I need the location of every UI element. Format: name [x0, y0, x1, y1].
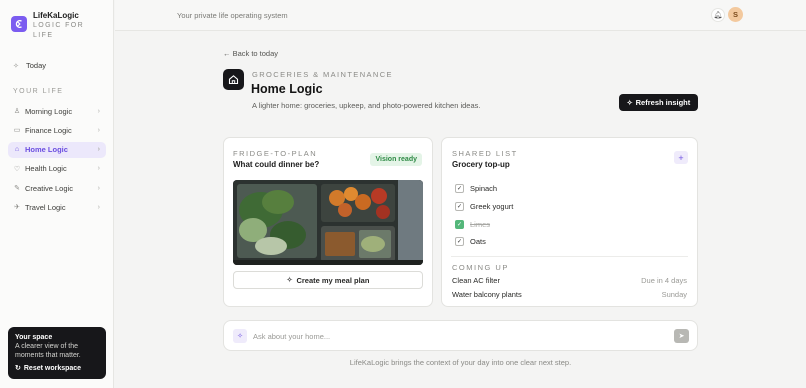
shared-list-card: SHARED LIST Grocery top-up + ✓ Spinach ✓…	[441, 137, 698, 307]
checkbox[interactable]: ✓	[455, 237, 464, 247]
refresh-insight-button[interactable]: ✧ Refresh insight	[619, 94, 698, 111]
create-meal-plan-button[interactable]: ✧ Create my meal plan	[233, 271, 423, 289]
sidebar-item-label: Finance Logic	[25, 125, 72, 135]
section-label: YOUR LIFE	[13, 88, 64, 95]
logo-icon	[11, 16, 27, 32]
upcoming-task-name: Water balcony plants	[452, 290, 522, 299]
refresh-icon: ↻	[15, 365, 21, 372]
send-button[interactable]: ➤	[674, 329, 689, 343]
sidebar-item-label: Morning Logic	[25, 106, 73, 116]
sparkle-icon: ✧	[13, 62, 19, 70]
card-eyebrow: FRIDGE-TO-PLAN	[233, 149, 318, 158]
sidebar-nav: ♙ Morning Logic › ▭ Finance Logic › ⌂ Ho…	[8, 103, 106, 219]
reset-workspace-label: Reset workspace	[23, 364, 82, 372]
plane-icon: ✈	[14, 204, 20, 212]
list-item-label: Greek yogurt	[470, 202, 514, 212]
page-subtitle: A lighter home: groceries, upkeep, and p…	[252, 101, 481, 110]
card-eyebrow: SHARED LIST	[452, 149, 518, 158]
pen-icon: ✎	[14, 185, 20, 193]
space-card-description: A clearer view of the moments that matte…	[15, 343, 81, 359]
upcoming-task-name: Clean AC filter	[452, 276, 500, 285]
sidebar-item-label: Health Logic	[25, 164, 67, 174]
page-title: Home Logic	[251, 82, 323, 96]
coming-up-label: COMING UP	[452, 263, 509, 272]
upcoming-task-due: Due in 4 days	[641, 276, 687, 285]
list-item[interactable]: ✓ Spinach	[455, 180, 513, 198]
sidebar-item-morning[interactable]: ♙ Morning Logic ›	[8, 103, 106, 119]
list-item-label: Oats	[470, 237, 486, 247]
sidebar-item-finance[interactable]: ▭ Finance Logic ›	[8, 122, 106, 138]
sparkle-icon: ✧	[286, 277, 293, 284]
chevron-right-icon: ›	[97, 146, 100, 154]
topbar: Your private life operating system 🔔︎ S	[115, 0, 806, 31]
sidebar-item-label: Travel Logic	[25, 202, 66, 212]
card-title: What could dinner be?	[233, 160, 320, 169]
sidebar-item-home[interactable]: ⌂ Home Logic ›	[8, 141, 106, 158]
create-meal-plan-label: Create my meal plan	[296, 275, 370, 285]
sidebar-item-label: Today	[26, 61, 47, 70]
status-badge: Vision ready	[370, 153, 422, 166]
upcoming-task: Water balcony plants Sunday	[452, 290, 687, 299]
space-card: Your space A clearer view of the moments…	[8, 327, 106, 379]
sidebar-item-health[interactable]: ♡ Health Logic ›	[8, 161, 106, 177]
plus-icon: +	[678, 152, 684, 163]
heart-icon: ♡	[13, 165, 21, 173]
checkbox[interactable]: ✓	[455, 219, 464, 229]
chevron-right-icon: ›	[97, 184, 100, 192]
notifications-button[interactable]: 🔔︎	[711, 8, 725, 22]
reset-workspace-button[interactable]: ↻ Reset workspace	[15, 364, 99, 373]
upcoming-task-due: Sunday	[661, 290, 687, 299]
sparkle-icon: ✧	[233, 329, 247, 343]
bell-icon: 🔔︎	[713, 12, 723, 19]
avatar[interactable]: S	[728, 7, 743, 22]
list-item-label: Limes	[470, 219, 491, 229]
page-eyebrow: GROCERIES & MAINTENANCE	[252, 70, 393, 79]
list-item-label: Spinach	[470, 184, 498, 194]
back-to-today-link[interactable]: ← Back to today	[223, 49, 278, 58]
list-item[interactable]: ✓ Limes	[455, 215, 513, 233]
ask-input[interactable]	[253, 329, 633, 343]
list-item[interactable]: ✓ Oats	[455, 233, 513, 251]
sidebar-item-travel[interactable]: ✈ Travel Logic ›	[8, 199, 106, 215]
brand[interactable]: LifeKaLogic LOGIC FOR LIFE	[11, 10, 93, 41]
sidebar-item-label: Home Logic	[25, 145, 68, 155]
chevron-right-icon: ›	[97, 126, 100, 134]
chevron-right-icon: ›	[97, 165, 100, 173]
refresh-insight-label: Refresh insight	[635, 98, 691, 107]
add-item-button[interactable]: +	[674, 151, 688, 164]
divider	[451, 256, 688, 257]
upcoming-task: Clean AC filter Due in 4 days	[452, 276, 687, 285]
sidebar: LifeKaLogic LOGIC FOR LIFE ✧ Today YOUR …	[0, 0, 114, 388]
footer-text: LifeKaLogic brings the context of your d…	[349, 358, 572, 367]
space-card-title: Your space	[15, 334, 53, 341]
card-title: Grocery top-up	[452, 160, 510, 169]
list-item[interactable]: ✓ Greek yogurt	[455, 198, 513, 216]
ask-bar: ✧ ➤	[223, 320, 698, 351]
person-icon: ♙	[13, 108, 21, 115]
brand-name: LifeKaLogic	[33, 11, 79, 20]
chevron-right-icon: ›	[97, 107, 100, 115]
brand-tagline: LOGIC FOR LIFE	[33, 22, 85, 39]
fridge-photo	[233, 180, 423, 265]
send-icon: ➤	[678, 333, 685, 340]
checkbox[interactable]: ✓	[455, 184, 464, 194]
sidebar-item-today[interactable]: ✧ Today	[13, 61, 46, 70]
wallet-icon: ▭	[13, 127, 21, 135]
home-icon	[223, 69, 244, 90]
checkbox[interactable]: ✓	[455, 202, 464, 212]
sidebar-item-creative[interactable]: ✎ Creative Logic ›	[8, 180, 106, 196]
sidebar-item-label: Creative Logic	[25, 183, 73, 193]
chevron-right-icon: ›	[97, 203, 100, 211]
fridge-to-plan-card: FRIDGE-TO-PLAN What could dinner be? Vis…	[223, 137, 433, 307]
sparkle-icon: ✧	[626, 99, 633, 107]
topbar-tagline: Your private life operating system	[177, 11, 288, 20]
home-icon: ⌂	[14, 146, 20, 154]
grocery-checklist: ✓ Spinach ✓ Greek yogurt ✓ Limes ✓ Oats	[455, 180, 513, 251]
